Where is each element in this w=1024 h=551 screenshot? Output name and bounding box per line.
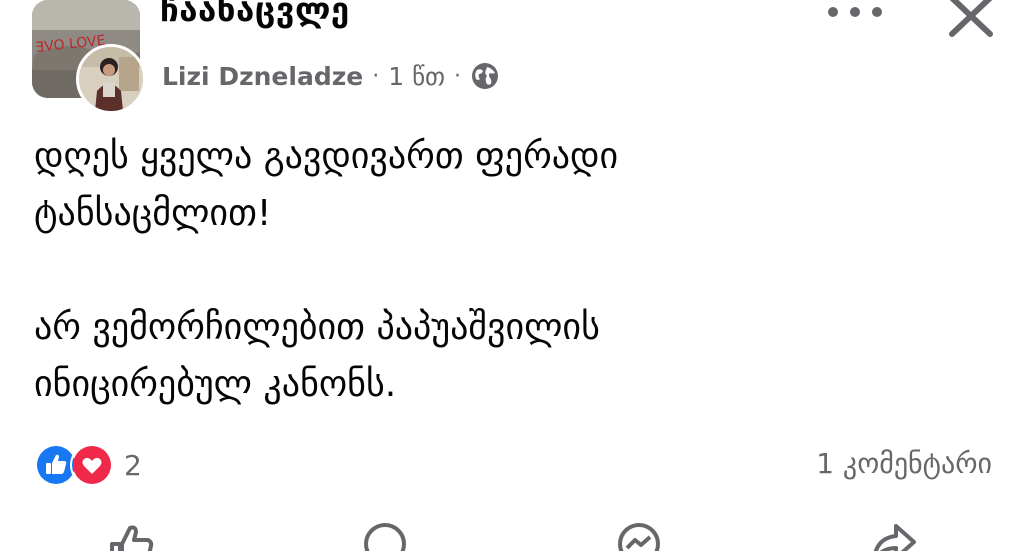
like-icon[interactable] [106,520,156,551]
meta-separator: · [454,63,462,89]
messenger-icon[interactable] [614,520,664,551]
post-text-line: ინიცირებულ კანონს. [34,364,397,405]
more-horizontal-icon [828,7,838,17]
share-icon[interactable] [868,520,918,551]
author-name[interactable]: Lizi Dzneladze [162,62,363,91]
author-avatar-image [79,47,143,111]
group-name[interactable]: ჩაანაცვლე [160,0,350,29]
post-timestamp[interactable]: 1 წთ [388,62,445,91]
post-text-line: დღეს ყველა გავდივართ ფერადი [34,136,619,177]
comment-icon[interactable] [360,520,410,551]
meta-separator: · [372,63,380,89]
love-icon [70,443,114,487]
more-options-button[interactable] [828,0,882,24]
reactions-summary[interactable]: 2 [34,443,142,487]
close-icon[interactable] [944,0,998,38]
post-text-line: ტანსაცმლით! [34,193,272,234]
reaction-count: 2 [124,448,142,482]
more-horizontal-icon [850,7,860,17]
post-meta: Lizi Dzneladze · 1 წთ · [162,58,500,94]
post-body: დღეს ყველა გავდივართ ფერადი ტანსაცმლით! … [34,128,994,413]
author-avatar[interactable] [76,44,146,114]
globe-icon [472,63,499,89]
post-text-line: არ ვემორჩილებით პაპუაშვილის [34,307,600,348]
more-horizontal-icon [872,7,882,17]
comment-count[interactable]: 1 კომენტარი [816,447,992,480]
post-view: ƎVO LOVE ჩაანაცვლე Lizi Dzneladze · 1 წთ… [0,0,1024,551]
